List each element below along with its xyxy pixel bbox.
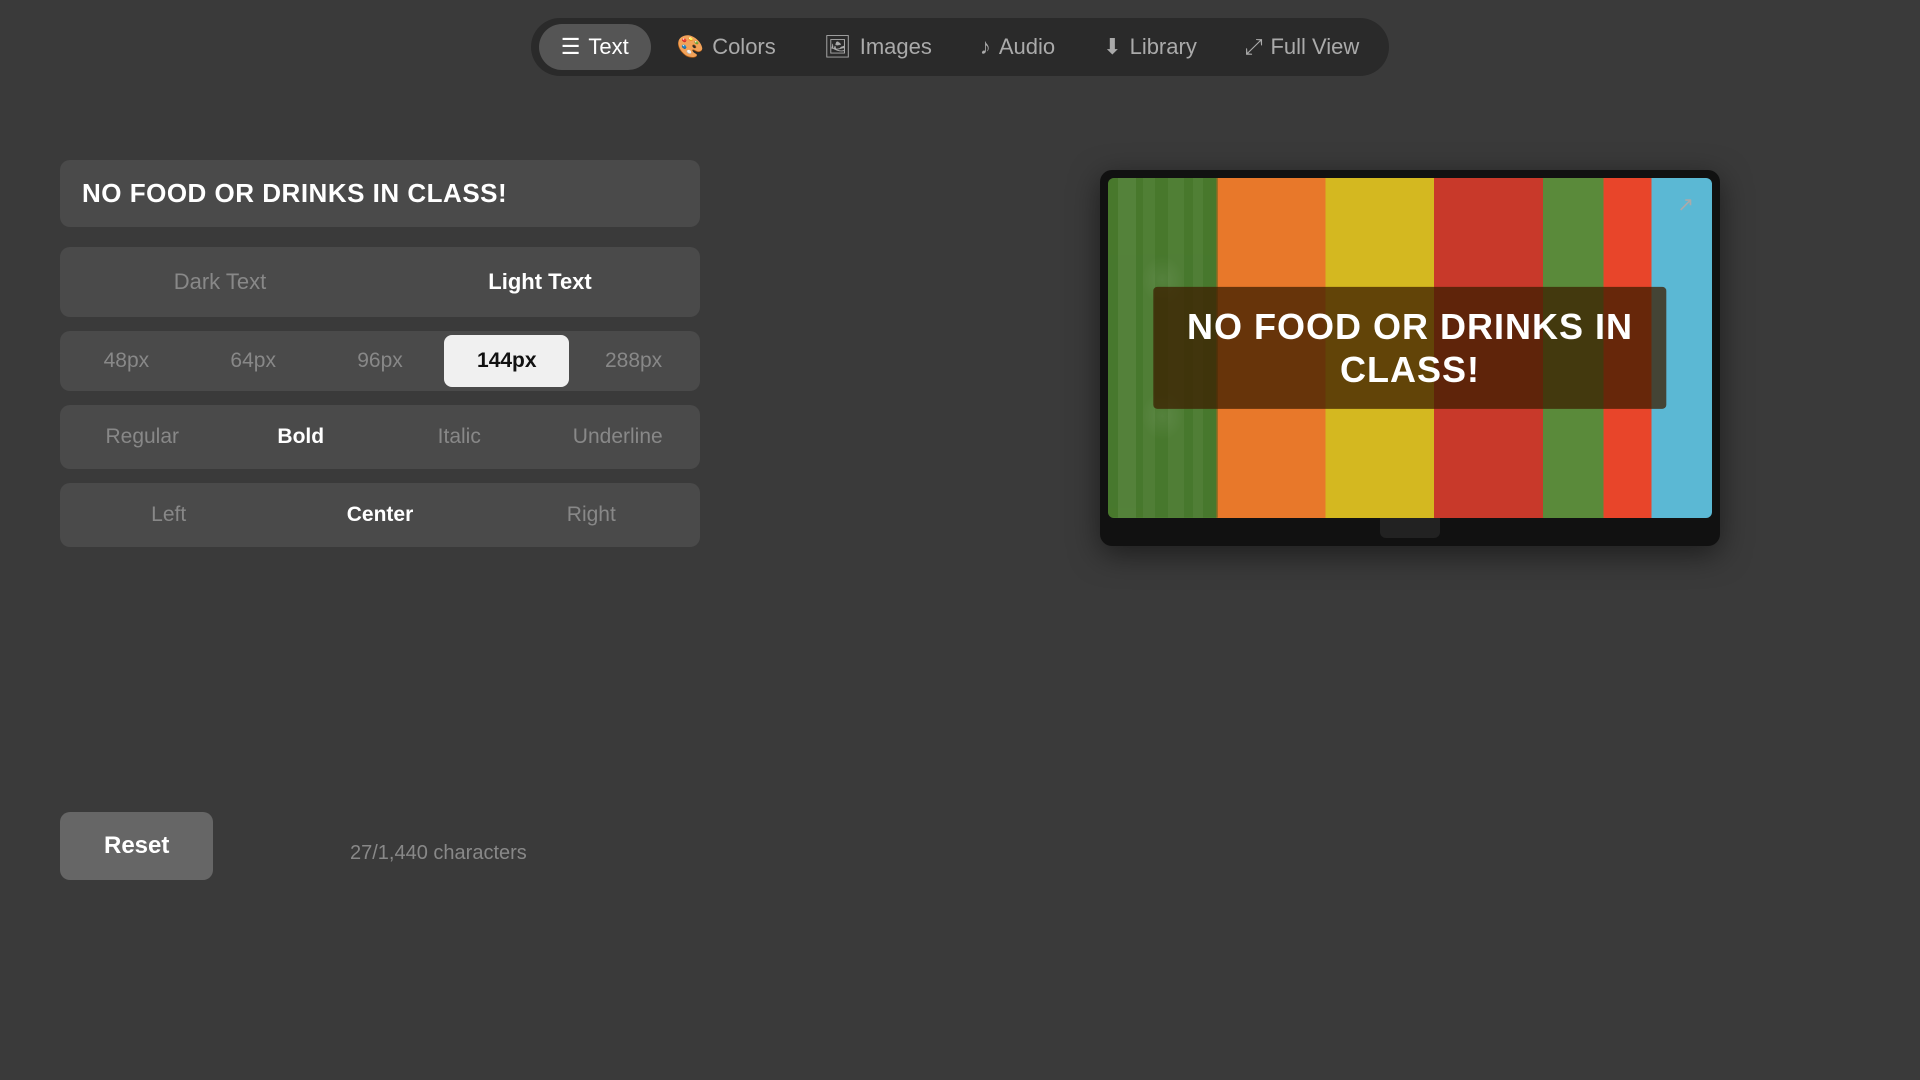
size-144[interactable]: 144px bbox=[444, 335, 569, 387]
align-left[interactable]: Left bbox=[64, 487, 273, 543]
tab-fullview-label: Full View bbox=[1270, 34, 1359, 60]
tab-text[interactable]: ☰ Text bbox=[539, 24, 651, 70]
text-input[interactable] bbox=[82, 178, 678, 209]
font-size-row: 48px 64px 96px 144px 288px bbox=[60, 331, 700, 391]
tab-audio-label: Audio bbox=[999, 34, 1055, 60]
tab-images[interactable]: 🖼 Images bbox=[802, 24, 954, 70]
preview-text: NO FOOD OR DRINKS IN CLASS! bbox=[1177, 305, 1642, 391]
tab-colors-label: Colors bbox=[712, 34, 776, 60]
fullview-icon: ⤢ bbox=[1245, 34, 1263, 60]
text-input-container bbox=[60, 160, 700, 227]
size-64[interactable]: 64px bbox=[191, 335, 316, 387]
audio-icon: ♪ bbox=[980, 34, 991, 60]
colors-icon: 🎨 bbox=[677, 34, 704, 60]
monitor-stand bbox=[1380, 518, 1440, 538]
top-navigation: ☰ Text 🎨 Colors 🖼 Images ♪ Audio ⬇ Libra… bbox=[0, 0, 1920, 76]
text-icon: ☰ bbox=[561, 34, 581, 60]
tab-images-label: Images bbox=[860, 34, 932, 60]
monitor-frame: NO FOOD OR DRINKS IN CLASS! ↗ bbox=[1100, 170, 1720, 546]
nav-pill: ☰ Text 🎨 Colors 🖼 Images ♪ Audio ⬇ Libra… bbox=[531, 18, 1390, 76]
tab-fullview[interactable]: ⤢ Full View bbox=[1223, 24, 1381, 70]
text-color-row: Dark Text Light Text bbox=[60, 247, 700, 317]
align-right[interactable]: Right bbox=[487, 487, 696, 543]
size-288[interactable]: 288px bbox=[571, 335, 696, 387]
text-align-row: Left Center Right bbox=[60, 483, 700, 547]
monitor-screen: NO FOOD OR DRINKS IN CLASS! ↗ bbox=[1108, 178, 1712, 518]
text-editor-panel: Dark Text Light Text 48px 64px 96px 144p… bbox=[60, 160, 700, 561]
style-regular[interactable]: Regular bbox=[64, 409, 221, 465]
cursor-icon: ↗ bbox=[1677, 192, 1694, 217]
tab-library[interactable]: ⬇ Library bbox=[1081, 24, 1219, 70]
style-underline[interactable]: Underline bbox=[540, 409, 697, 465]
reset-button[interactable]: Reset bbox=[60, 812, 213, 880]
library-icon: ⬇ bbox=[1103, 34, 1121, 60]
size-48[interactable]: 48px bbox=[64, 335, 189, 387]
tab-colors[interactable]: 🎨 Colors bbox=[655, 24, 798, 70]
preview-container: NO FOOD OR DRINKS IN CLASS! ↗ bbox=[1100, 170, 1720, 546]
images-icon: 🖼 bbox=[824, 34, 852, 60]
tab-audio[interactable]: ♪ Audio bbox=[958, 24, 1077, 70]
font-style-row: Regular Bold Italic Underline bbox=[60, 405, 700, 469]
size-96[interactable]: 96px bbox=[318, 335, 443, 387]
style-bold[interactable]: Bold bbox=[223, 409, 380, 465]
tab-library-label: Library bbox=[1130, 34, 1197, 60]
dark-text-option[interactable]: Dark Text bbox=[64, 251, 376, 313]
align-center[interactable]: Center bbox=[275, 487, 484, 543]
light-text-option[interactable]: Light Text bbox=[384, 251, 696, 313]
preview-text-overlay: NO FOOD OR DRINKS IN CLASS! bbox=[1153, 287, 1666, 409]
tab-text-label: Text bbox=[588, 34, 628, 60]
style-italic[interactable]: Italic bbox=[381, 409, 538, 465]
character-count: 27/1,440 characters bbox=[350, 842, 527, 865]
